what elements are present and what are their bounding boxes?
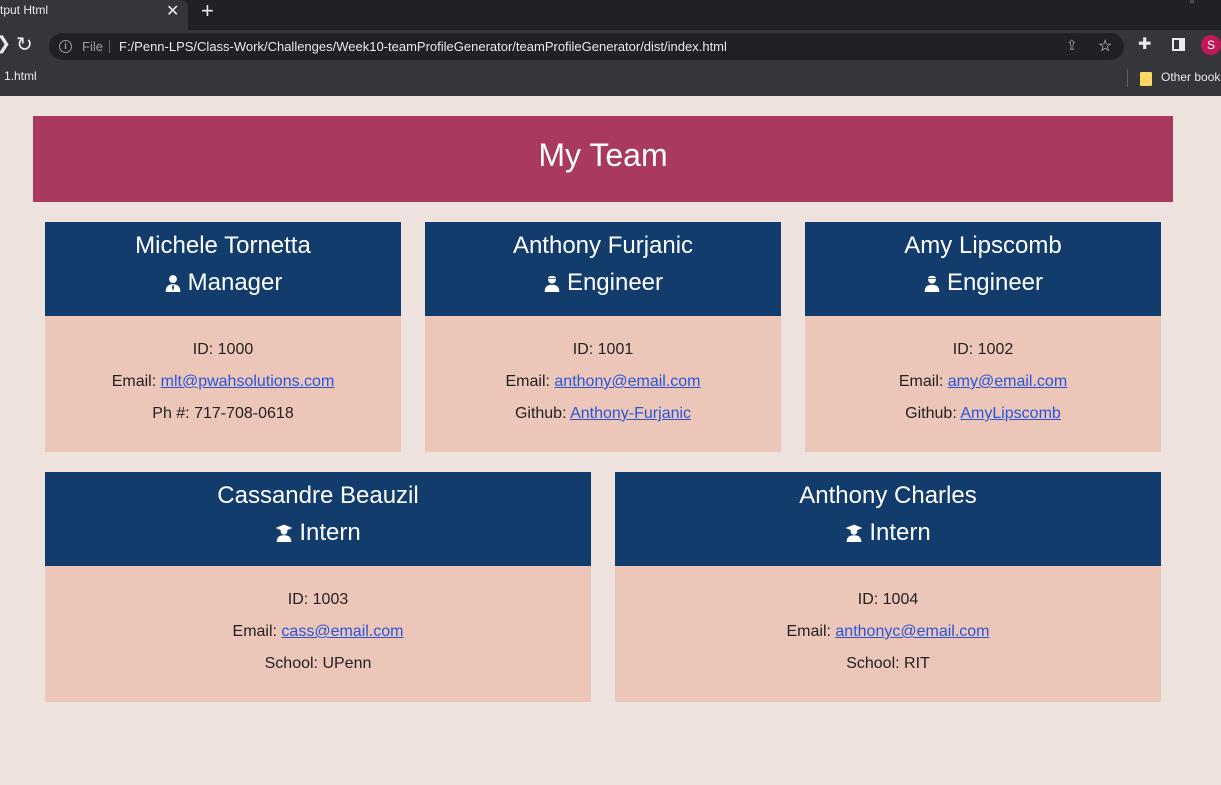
window-control-icon[interactable]: ▫ — [1190, 0, 1194, 8]
card-body: ID: 1000 Email: mlt@pwahsolutions.com Ph… — [45, 316, 401, 452]
github-row: Github: AmyLipscomb — [805, 398, 1161, 430]
role-label: Manager — [187, 269, 283, 296]
browser-tab[interactable]: tput Html ✕ — [0, 0, 188, 30]
email-row: Email: anthony@email.com — [425, 366, 781, 398]
email-link[interactable]: amy@email.com — [948, 373, 1067, 390]
engineer-icon — [924, 275, 940, 292]
email-label: Email: — [898, 373, 948, 390]
role-label: Intern — [299, 519, 361, 546]
employee-card: Cassandre Beauzil Intern ID: 1003 Email:… — [45, 472, 591, 702]
phone-label: Ph #: — [152, 405, 195, 422]
card-body: ID: 1001 Email: anthony@email.com Github… — [425, 316, 781, 452]
back-arrow-icon[interactable]: ❯ — [0, 33, 11, 54]
role-label: Engineer — [946, 269, 1044, 296]
card-header: Anthony Furjanic Engineer — [425, 222, 781, 316]
email-row: Email: anthonyc@email.com — [615, 616, 1161, 648]
employee-role: Manager — [45, 269, 401, 297]
employee-name: Amy Lipscomb — [904, 232, 1062, 259]
reload-icon[interactable]: ↻ — [16, 32, 33, 57]
address-bar[interactable]: i File F:/Penn-LPS/Class-Work/Challenges… — [49, 33, 1124, 60]
phone-value: 717-708-0618 — [194, 405, 294, 422]
employee-role: Engineer — [805, 269, 1161, 297]
email-row: Email: amy@email.com — [805, 366, 1161, 398]
new-tab-button[interactable]: + — [201, 0, 214, 24]
manager-icon — [165, 275, 180, 292]
email-row: Email: cass@email.com — [45, 616, 591, 648]
card-header: Cassandre Beauzil Intern — [45, 472, 591, 566]
email-link[interactable]: cass@email.com — [281, 623, 403, 640]
school-row: School: RIT — [615, 648, 1161, 680]
page-content: My Team Michele Tornetta Manager ID: 100… — [0, 96, 1221, 785]
school-label: School: — [264, 655, 323, 672]
card-header: Amy Lipscomb Engineer — [805, 222, 1161, 316]
folder-icon — [1140, 72, 1152, 86]
github-link[interactable]: AmyLipscomb — [960, 405, 1060, 422]
github-link[interactable]: Anthony-Furjanic — [570, 405, 691, 422]
employee-name: Cassandre Beauzil — [217, 482, 419, 509]
email-label: Email: — [111, 373, 161, 390]
graduate-icon — [275, 524, 293, 542]
employee-id: ID: 1000 — [192, 341, 254, 358]
employee-name: Anthony Furjanic — [512, 232, 694, 259]
employee-id: ID: 1002 — [952, 341, 1014, 358]
phone-row: Ph #: 717-708-0618 — [45, 398, 401, 430]
employee-card: Amy Lipscomb Engineer ID: 1002 Email: am… — [805, 222, 1161, 452]
card-body: ID: 1003 Email: cass@email.com School: U… — [45, 566, 591, 702]
card-body: ID: 1004 Email: anthonyc@email.com Schoo… — [615, 566, 1161, 702]
github-label: Github: — [514, 405, 571, 422]
graduate-icon — [845, 524, 863, 542]
close-tab-icon[interactable]: ✕ — [166, 1, 179, 21]
address-separator — [109, 40, 110, 53]
card-header: Michele Tornetta Manager — [45, 222, 401, 316]
employee-role: Intern — [615, 519, 1161, 547]
bookmarks-bar: 1.html Other book — [0, 62, 1221, 96]
school-value: UPenn — [322, 655, 372, 672]
employee-role: Intern — [45, 519, 591, 547]
github-label: Github: — [905, 405, 961, 422]
employee-id: ID: 1004 — [857, 591, 919, 608]
url-text[interactable]: F:/Penn-LPS/Class-Work/Challenges/Week10… — [119, 39, 727, 54]
email-link[interactable]: anthonyc@email.com — [835, 623, 989, 640]
employee-name: Michele Tornetta — [135, 232, 311, 259]
engineer-icon — [544, 275, 560, 292]
email-label: Email: — [505, 373, 555, 390]
email-label: Email: — [786, 623, 836, 640]
employee-id: ID: 1001 — [572, 341, 634, 358]
share-icon[interactable]: ⇪ — [1066, 37, 1078, 54]
employee-id: ID: 1003 — [287, 591, 349, 608]
employee-card: Anthony Charles Intern ID: 1004 Email: a… — [615, 472, 1161, 702]
email-link[interactable]: mlt@pwahsolutions.com — [161, 373, 335, 390]
email-row: Email: mlt@pwahsolutions.com — [45, 366, 401, 398]
bookmark-star-icon[interactable]: ☆ — [1098, 36, 1112, 56]
browser-tab-bar: tput Html ✕ + ▫ — [0, 0, 1221, 30]
school-label: School: — [846, 655, 905, 672]
address-scheme-label: File — [82, 39, 103, 54]
bookmarks-separator — [1127, 69, 1128, 87]
page-title: My Team — [33, 116, 1173, 202]
card-body: ID: 1002 Email: amy@email.com Github: Am… — [805, 316, 1161, 452]
profile-avatar[interactable]: S — [1201, 35, 1221, 55]
employee-role: Engineer — [425, 269, 781, 297]
employee-name: Anthony Charles — [799, 482, 977, 509]
email-link[interactable]: anthony@email.com — [554, 373, 700, 390]
role-label: Intern — [869, 519, 931, 546]
extensions-puzzle-icon[interactable]: ✚ — [1138, 34, 1151, 54]
info-icon[interactable]: i — [59, 40, 72, 53]
school-row: School: UPenn — [45, 648, 591, 680]
employee-card: Michele Tornetta Manager ID: 1000 Email:… — [45, 222, 401, 452]
email-label: Email: — [232, 623, 282, 640]
card-header: Anthony Charles Intern — [615, 472, 1161, 566]
browser-toolbar: ❯ ↻ i File F:/Penn-LPS/Class-Work/Challe… — [0, 30, 1221, 62]
tab-title: tput Html — [0, 3, 49, 17]
github-row: Github: Anthony-Furjanic — [425, 398, 781, 430]
employee-card: Anthony Furjanic Engineer ID: 1001 Email… — [425, 222, 781, 452]
role-label: Engineer — [566, 269, 664, 296]
bookmark-item[interactable]: 1.html — [4, 69, 37, 83]
school-value: RIT — [904, 655, 930, 672]
side-panel-icon[interactable] — [1172, 38, 1185, 51]
other-bookmarks[interactable]: Other book — [1161, 70, 1220, 84]
